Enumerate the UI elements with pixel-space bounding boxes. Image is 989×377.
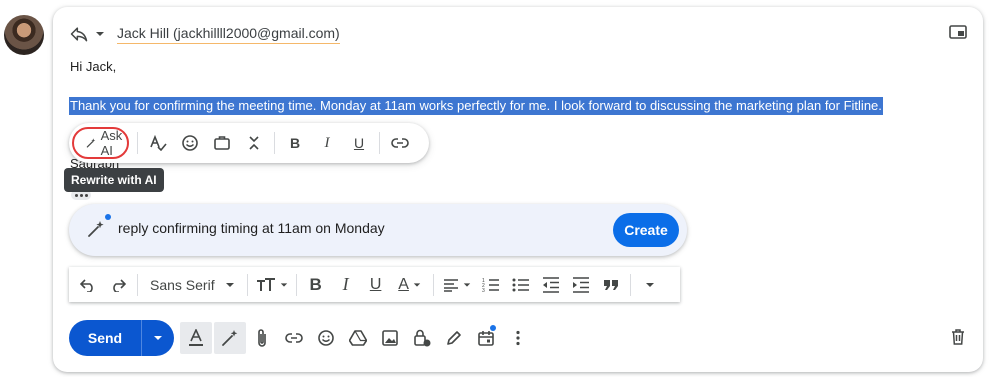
notification-dot (490, 325, 496, 331)
ai-sparkle-icon (86, 219, 106, 244)
bulleted-list-icon[interactable] (506, 270, 536, 300)
reply-header: Jack Hill (jackhillll2000@gmail.com) (69, 23, 340, 45)
confidential-mode-icon[interactable] (406, 322, 438, 354)
divider (137, 273, 138, 296)
redo-icon[interactable] (103, 270, 133, 300)
ask-ai-label: Ask AI (100, 128, 123, 158)
link-icon[interactable] (384, 127, 416, 159)
underline-icon[interactable]: U (343, 127, 375, 159)
font-family-select[interactable]: Sans Serif (142, 270, 243, 300)
help-me-write-icon[interactable] (214, 322, 246, 354)
selected-paragraph[interactable]: Thank you for confirming the meeting tim… (69, 97, 883, 115)
quote-icon[interactable] (596, 270, 626, 300)
align-icon[interactable] (438, 270, 476, 300)
more-formatting-chevron-icon[interactable] (635, 270, 665, 300)
selection-toolbar: Ask AI B I U (69, 123, 429, 163)
attach-icon[interactable] (246, 322, 278, 354)
send-button-group: Send (69, 320, 174, 356)
google-drive-icon[interactable] (342, 322, 374, 354)
font-family-value: Sans Serif (150, 276, 215, 293)
chevron-down-icon (225, 282, 234, 287)
compose-actions: Send (69, 320, 534, 356)
avatar (4, 15, 44, 55)
divider (246, 273, 248, 296)
bold-icon[interactable]: B (279, 127, 311, 159)
schedule-send-dropdown-icon[interactable] (141, 320, 174, 356)
more-options-icon[interactable] (502, 322, 534, 354)
email-greeting[interactable]: Hi Jack, (70, 59, 116, 75)
insert-link-icon[interactable] (278, 322, 310, 354)
reply-compose: Jack Hill (jackhillll2000@gmail.com) Hi … (53, 7, 983, 372)
reply-type-dropdown-icon[interactable] (95, 29, 105, 39)
rewrite-tooltip: Rewrite with AI (64, 168, 164, 192)
ask-ai-button[interactable]: Ask AI (72, 127, 129, 159)
svg-text:3: 3 (482, 288, 485, 293)
ai-prompt-input[interactable] (118, 220, 598, 236)
recipient-chip[interactable]: Jack Hill (jackhillll2000@gmail.com) (117, 25, 340, 44)
insert-photo-icon[interactable] (374, 322, 406, 354)
reply-icon[interactable] (69, 24, 89, 44)
divider (629, 273, 631, 296)
schedule-calendar-icon[interactable] (470, 322, 502, 354)
briefcase-icon[interactable] (206, 127, 238, 159)
bold-icon[interactable]: B (301, 270, 331, 300)
emoji-icon[interactable] (174, 127, 206, 159)
divider (379, 132, 380, 154)
underline-icon[interactable]: U (361, 270, 391, 300)
divider (295, 273, 297, 296)
text-color-icon[interactable]: A (391, 270, 429, 300)
signature-pen-icon[interactable] (438, 322, 470, 354)
indent-more-icon[interactable] (566, 270, 596, 300)
font-size-icon[interactable] (252, 270, 292, 300)
create-button[interactable]: Create (613, 213, 679, 247)
divider (432, 273, 434, 296)
send-button[interactable]: Send (69, 320, 141, 356)
formatting-options-icon[interactable] (180, 322, 212, 354)
divider (137, 132, 138, 154)
ai-prompt-bar: Create (69, 204, 687, 256)
formatting-toolbar: Sans Serif B I U A 123 (69, 267, 680, 302)
numbered-list-icon[interactable]: 123 (476, 270, 506, 300)
ai-sparkle-icon (86, 138, 96, 148)
notification-dot (105, 214, 111, 220)
spellcheck-icon[interactable] (142, 127, 174, 159)
insert-emoji-icon[interactable] (310, 322, 342, 354)
italic-icon[interactable]: I (331, 270, 361, 300)
divider (274, 132, 275, 154)
italic-icon[interactable]: I (311, 127, 343, 159)
indent-less-icon[interactable] (536, 270, 566, 300)
discard-draft-icon[interactable] (951, 329, 965, 350)
undo-icon[interactable] (73, 270, 103, 300)
collapse-icon[interactable] (238, 127, 270, 159)
pop-out-icon[interactable] (949, 25, 967, 44)
